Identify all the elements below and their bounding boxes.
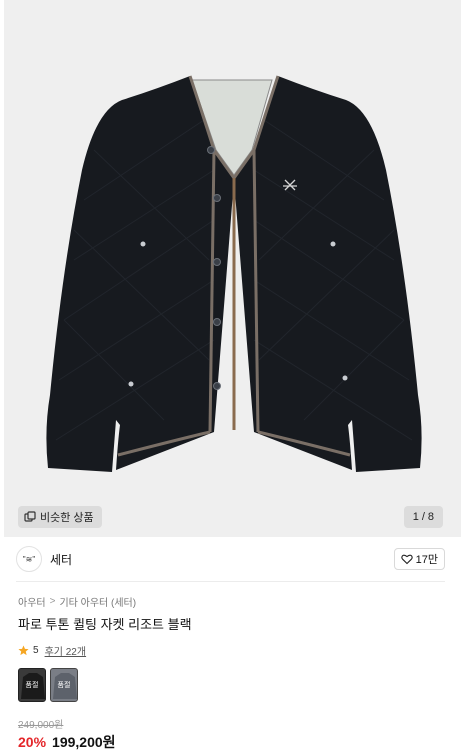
breadcrumb-separator: > xyxy=(49,596,56,607)
pager-current: 1 xyxy=(412,511,419,523)
product-title: 파로 투톤 퀼팅 자켓 리조트 블랙 xyxy=(18,617,192,632)
heart-icon xyxy=(400,554,413,565)
sold-out-label: 품절 xyxy=(25,682,39,689)
breadcrumb-level2[interactable]: 기타 아우터 (세터) xyxy=(59,594,136,609)
breadcrumb: 아우터 > 기타 아우터 (세터) xyxy=(18,594,136,609)
like-count: 17만 xyxy=(415,554,438,566)
original-price: 249,000원 xyxy=(18,720,64,731)
product-jacket-image xyxy=(46,75,422,472)
rating-value: 5 xyxy=(33,645,39,656)
pager-total: 8 xyxy=(427,511,434,523)
brand-name[interactable]: 세터 xyxy=(50,551,72,568)
breadcrumb-level1[interactable]: 아우터 xyxy=(18,594,46,609)
like-button[interactable]: 17만 xyxy=(393,548,445,570)
discount-rate: 20% xyxy=(18,734,47,750)
color-options: 품절 품절 xyxy=(18,668,78,702)
review-link[interactable]: 후기 22개 xyxy=(45,643,87,658)
similar-products-label: 비슷한 상품 xyxy=(40,512,94,524)
sold-out-label: 품절 xyxy=(57,682,71,689)
brand-logo-text: "≋" xyxy=(22,554,36,564)
similar-products-button[interactable]: 비슷한 상품 xyxy=(18,506,102,528)
sale-price: 199,200원 xyxy=(52,734,116,750)
image-pager: 1 / 8 xyxy=(403,506,443,528)
brand-logo[interactable]: "≋" xyxy=(16,546,42,572)
star-icon xyxy=(18,645,29,656)
pager-separator: / xyxy=(421,511,425,523)
rating-row: 5 후기 22개 xyxy=(18,643,86,658)
divider xyxy=(16,581,445,582)
similar-products-icon xyxy=(24,511,36,522)
color-option-black[interactable]: 품절 xyxy=(18,668,46,702)
product-image-gallery[interactable]: 비슷한 상품 1 / 8 xyxy=(4,0,461,537)
brand-row: "≋" 세터 17만 xyxy=(16,545,445,573)
color-option-gray[interactable]: 품절 xyxy=(50,668,78,702)
price-row: 20% 199,200원 xyxy=(18,732,116,752)
